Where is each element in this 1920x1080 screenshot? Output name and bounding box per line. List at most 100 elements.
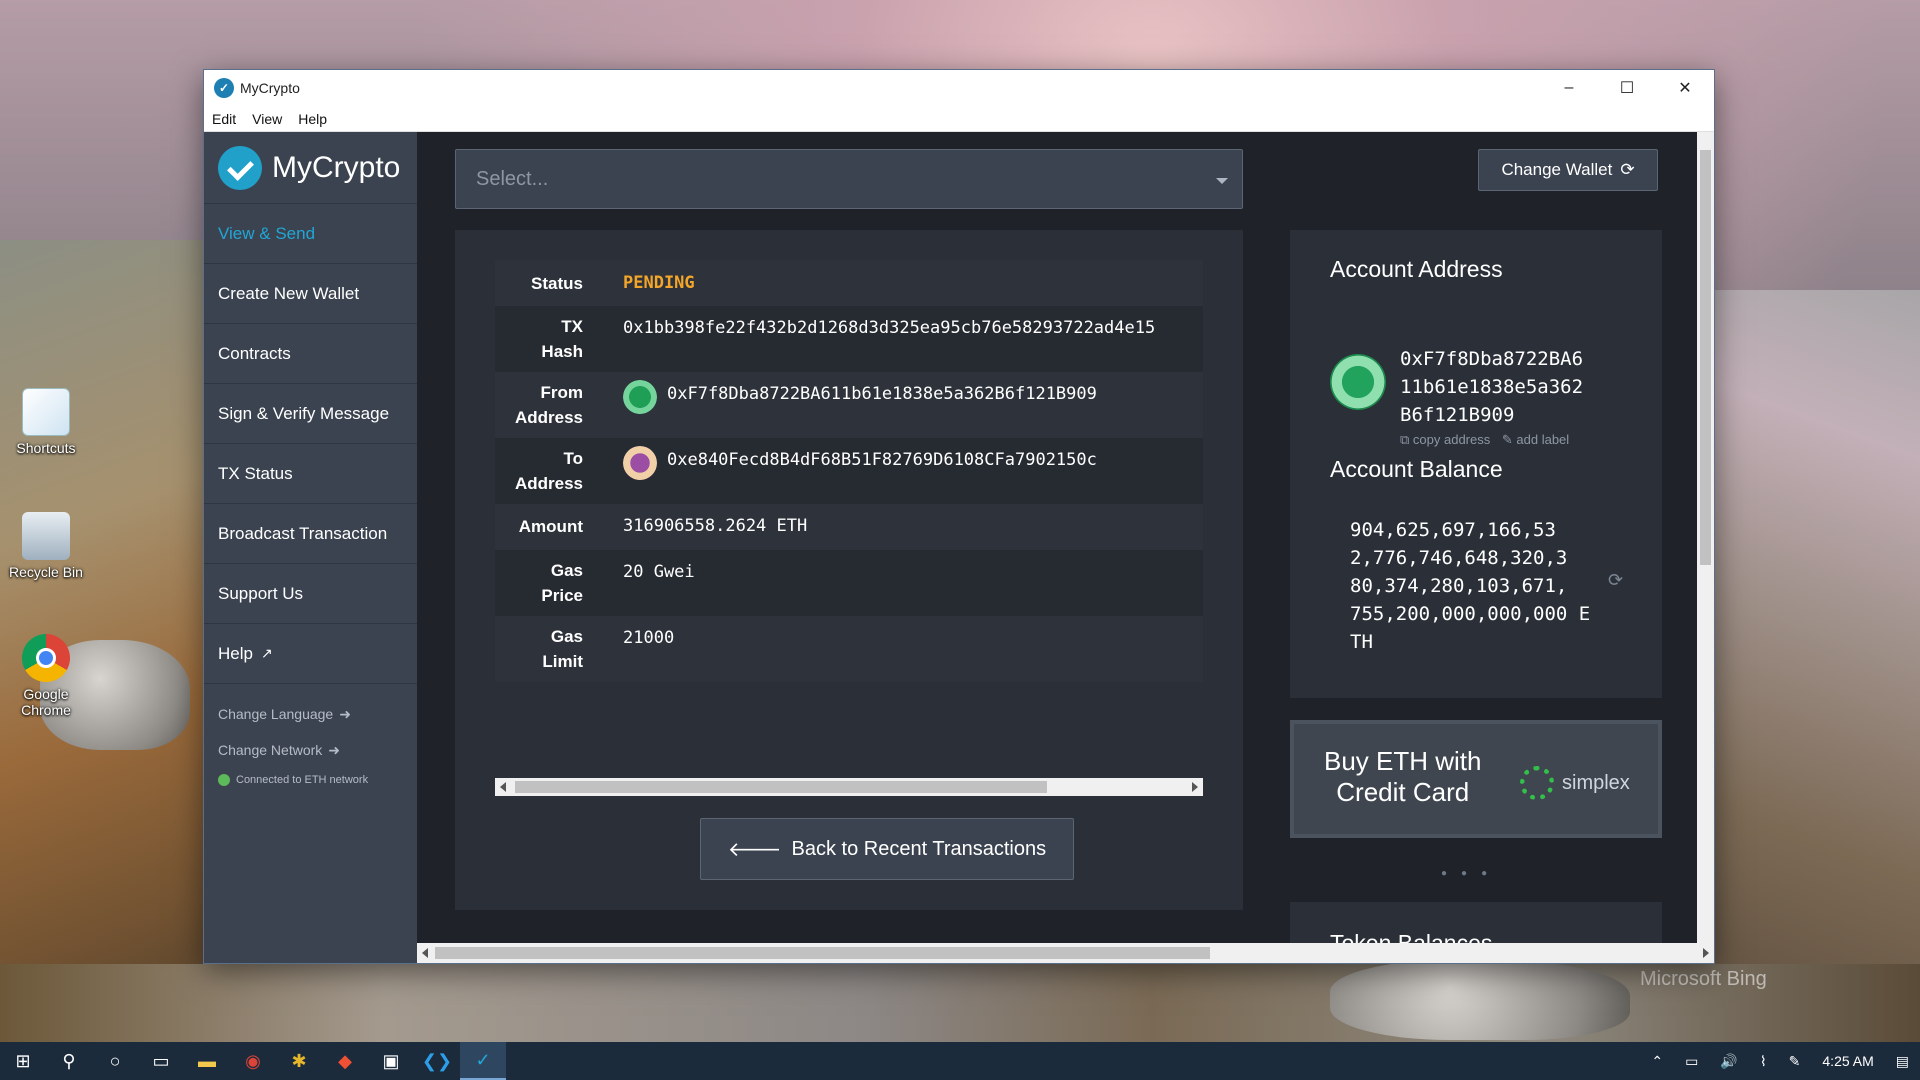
terminal-icon[interactable]: ▣ xyxy=(368,1042,414,1080)
git-icon[interactable]: ◆ xyxy=(322,1042,368,1080)
simplex-logo: simplex xyxy=(1520,766,1630,800)
gas-limit-label: Gas Limit xyxy=(542,627,583,671)
table-row: Amount 316906558.2624 ETH xyxy=(495,504,1203,550)
main-content: Select... Change Wallet ⟳ Status PENDING… xyxy=(417,132,1714,963)
wallpaper-rock xyxy=(1330,960,1630,1040)
wallet-select[interactable]: Select... xyxy=(455,149,1243,209)
start-windows-icon[interactable]: ⊞ xyxy=(0,1042,46,1080)
sidebar-item-label: Help xyxy=(218,643,253,663)
amount-value: 316906558.2624 ETH xyxy=(623,516,808,536)
change-language-link[interactable]: Change Language ➜ xyxy=(204,696,417,732)
simplex-brand: simplex xyxy=(1562,771,1630,794)
mycrypto-app-icon: ✓ xyxy=(214,78,234,98)
status-value: PENDING xyxy=(623,273,695,293)
account-identicon-icon xyxy=(1330,354,1386,410)
sidebar-item-support[interactable]: Support Us xyxy=(204,564,417,624)
to-address-value[interactable]: 0xe840Fecd8B4dF68B51F82769D6108CFa790215… xyxy=(667,450,1097,470)
sidebar: MyCrypto View & Send Create New Wallet C… xyxy=(204,132,417,963)
menu-edit[interactable]: Edit xyxy=(212,111,236,127)
external-link-icon: ↗ xyxy=(260,645,273,661)
mycrypto-taskbar-icon[interactable]: ✓ xyxy=(460,1042,506,1080)
change-wallet-button[interactable]: Change Wallet ⟳ xyxy=(1478,149,1658,191)
cortana-icon[interactable]: ○ xyxy=(92,1042,138,1080)
maximize-button[interactable]: ☐ xyxy=(1598,70,1656,106)
account-balance-title: Account Balance xyxy=(1330,456,1503,482)
menu-help[interactable]: Help xyxy=(298,111,327,127)
vscode-icon[interactable]: ❮❯ xyxy=(414,1042,460,1080)
change-network-link[interactable]: Change Network ➜ xyxy=(204,732,417,768)
slack-icon[interactable]: ✱ xyxy=(276,1042,322,1080)
simplex-icon xyxy=(1520,766,1554,800)
refresh-balance-icon[interactable]: ⟳ xyxy=(1608,570,1623,591)
mycrypto-logo-icon xyxy=(218,145,262,190)
desktop-icon-recycle-bin[interactable]: Recycle Bin xyxy=(4,512,88,580)
copy-address-link[interactable]: copy address xyxy=(1413,432,1490,447)
carousel-dots[interactable]: ●●● xyxy=(1441,868,1501,879)
from-address-value[interactable]: 0xF7f8Dba8722BA611b61e1838e5a362B6f121B9… xyxy=(667,384,1097,404)
table-horizontal-scrollbar[interactable] xyxy=(495,778,1203,796)
add-label-link[interactable]: add label xyxy=(1516,432,1569,447)
tx-hash-value[interactable]: 0x1bb398fe22f432b2d1268d3d325ea95cb76e58… xyxy=(623,318,1155,338)
pencil-icon: ✎ xyxy=(1501,432,1513,447)
sidebar-item-help[interactable]: Help ↗ xyxy=(204,624,417,684)
bing-watermark: Microsoft Bing xyxy=(1640,968,1767,990)
to-address-label: To Address xyxy=(514,449,583,493)
change-network-label: Change Network xyxy=(218,742,323,758)
notifications-icon[interactable]: ▤ xyxy=(1896,1053,1909,1070)
brand-logo[interactable]: MyCrypto xyxy=(204,132,417,204)
buy-eth-promo[interactable]: Buy ETH with Credit Card simplex xyxy=(1290,720,1662,838)
close-button[interactable]: ✕ xyxy=(1656,70,1714,106)
tx-status-panel: Status PENDING TX Hash 0x1bb398fe22f432b2… xyxy=(455,230,1243,910)
file-explorer-icon[interactable]: ▬ xyxy=(184,1042,230,1080)
scrollbar-thumb[interactable] xyxy=(1700,150,1711,565)
scrollbar-thumb[interactable] xyxy=(515,781,1047,793)
desktop-icon-label: Google Chrome xyxy=(21,686,71,718)
sidebar-item-tx-status[interactable]: TX Status xyxy=(204,444,417,504)
sidebar-item-create-wallet[interactable]: Create New Wallet xyxy=(204,264,417,324)
scroll-right-icon[interactable] xyxy=(1703,948,1709,958)
table-row: Gas Limit 21000 xyxy=(495,616,1203,682)
clock[interactable]: 4:25 AM xyxy=(1822,1053,1873,1069)
scroll-left-icon[interactable] xyxy=(500,782,506,792)
scroll-right-icon[interactable] xyxy=(1192,782,1198,792)
desktop-icon-chrome[interactable]: Google Chrome xyxy=(4,634,88,718)
app-body: MyCrypto View & Send Create New Wallet C… xyxy=(204,132,1714,963)
wifi-icon[interactable]: ⌇ xyxy=(1760,1053,1767,1070)
system-tray: ⌃ ▭ 🔊 ⌇ ✎ 4:25 AM ▤ xyxy=(1640,1042,1920,1080)
desktop-icon-label: Shortcuts xyxy=(16,440,76,456)
amount-label: Amount xyxy=(518,517,583,536)
tx-hash-label: TX Hash xyxy=(541,317,583,361)
sidebar-item-sign-verify[interactable]: Sign & Verify Message xyxy=(204,384,417,444)
search-icon[interactable]: ⚲ xyxy=(46,1042,92,1080)
window-titlebar[interactable]: ✓ MyCrypto – ☐ ✕ xyxy=(204,70,1714,106)
pen-icon[interactable]: ✎ xyxy=(1789,1053,1801,1070)
sidebar-item-broadcast[interactable]: Broadcast Transaction xyxy=(204,504,417,564)
refresh-icon: ⟳ xyxy=(1620,160,1635,179)
minimize-button[interactable]: – xyxy=(1540,70,1598,106)
battery-icon[interactable]: ▭ xyxy=(1685,1053,1698,1070)
sidebar-item-contracts[interactable]: Contracts xyxy=(204,324,417,384)
back-to-recent-transactions-button[interactable]: 🡐 Back to Recent Transactions xyxy=(700,818,1074,880)
chrome-taskbar-icon[interactable]: ◉ xyxy=(230,1042,276,1080)
recycle-bin-icon xyxy=(22,512,70,560)
window-title: MyCrypto xyxy=(240,80,300,96)
account-address-value[interactable]: 0xF7f8Dba8722BA6 11b61e1838e5a362 B6f121… xyxy=(1400,345,1583,429)
volume-icon[interactable]: 🔊 xyxy=(1720,1053,1737,1070)
task-view-icon[interactable]: ▭ xyxy=(138,1042,184,1080)
desktop-icon-shortcuts[interactable]: Shortcuts xyxy=(4,388,88,456)
connected-dot-icon xyxy=(218,774,230,786)
shortcuts-icon xyxy=(22,388,70,436)
main-vertical-scrollbar[interactable] xyxy=(1697,132,1714,943)
table-row: From Address 0xF7f8Dba8722BA611b61e1838e5… xyxy=(495,372,1203,438)
main-horizontal-scrollbar[interactable] xyxy=(417,943,1714,963)
table-row: Status PENDING xyxy=(495,260,1203,306)
scrollbar-thumb[interactable] xyxy=(435,947,1210,959)
tx-details-table: Status PENDING TX Hash 0x1bb398fe22f432b2… xyxy=(495,260,1203,790)
chevron-up-icon[interactable]: ⌃ xyxy=(1651,1053,1663,1070)
taskbar: ⊞ ⚲ ○ ▭ ▬ ◉ ✱ ◆ ▣ ❮❯ ✓ ⌃ ▭ 🔊 ⌇ ✎ 4:25 AM… xyxy=(0,1042,1920,1080)
menu-view[interactable]: View xyxy=(252,111,282,127)
sidebar-item-view-send[interactable]: View & Send xyxy=(204,204,417,264)
gas-price-label: Gas Price xyxy=(541,561,583,605)
scroll-left-icon[interactable] xyxy=(422,948,428,958)
wallpaper-ground xyxy=(0,964,1920,1042)
